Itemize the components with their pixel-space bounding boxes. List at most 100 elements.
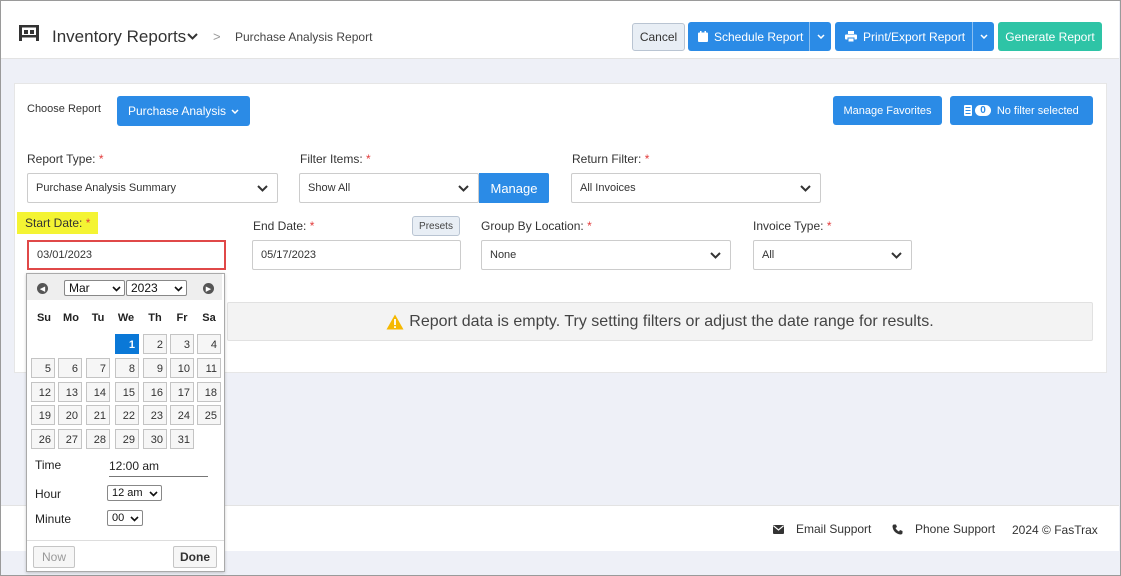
- now-button[interactable]: Now: [33, 546, 75, 568]
- weekday-header: Su: [36, 312, 52, 324]
- chevron-down-icon[interactable]: [187, 33, 198, 40]
- phone-support-link[interactable]: Phone Support: [915, 522, 995, 536]
- presets-button[interactable]: Presets: [412, 216, 460, 236]
- print-export-button[interactable]: Print/Export Report: [835, 22, 994, 51]
- chevron-down-icon: [816, 34, 825, 39]
- calendar-day[interactable]: 16: [143, 382, 167, 402]
- calendar-day[interactable]: 7: [86, 358, 110, 378]
- calendar-day[interactable]: 24: [170, 405, 194, 425]
- email-support-link[interactable]: Email Support: [796, 522, 871, 536]
- calendar-day[interactable]: 11: [197, 358, 221, 378]
- previous-month-icon[interactable]: ◀: [37, 283, 48, 294]
- date-picker-divider: [27, 540, 224, 541]
- required-mark: *: [644, 152, 650, 166]
- calendar-day[interactable]: 28: [86, 429, 110, 449]
- calendar-day[interactable]: 8: [115, 358, 139, 378]
- empty-report-notice: Report data is empty. Try setting filter…: [227, 302, 1093, 341]
- calendar-day[interactable]: 5: [31, 358, 55, 378]
- calendar-day[interactable]: 12: [31, 382, 55, 402]
- calendar-day[interactable]: 3: [170, 334, 194, 354]
- minute-select[interactable]: 00: [107, 510, 143, 526]
- calendar-day[interactable]: 19: [31, 405, 55, 425]
- report-type-label: Report Type: *: [27, 152, 104, 166]
- manage-favorites-button[interactable]: Manage Favorites: [833, 96, 942, 125]
- calendar-day[interactable]: 20: [58, 405, 82, 425]
- month-select[interactable]: Mar: [64, 280, 125, 296]
- choose-report-dropdown[interactable]: Purchase Analysis: [117, 96, 250, 126]
- year-value: 2023: [131, 281, 158, 295]
- calendar-day[interactable]: 10: [170, 358, 194, 378]
- calendar-day[interactable]: 21: [86, 405, 110, 425]
- breadcrumb-current: Purchase Analysis Report: [235, 30, 373, 44]
- now-label: Now: [41, 550, 66, 564]
- schedule-report-button[interactable]: Schedule Report: [688, 22, 831, 51]
- weekday-header: We: [117, 312, 135, 324]
- weekday-header: Tu: [91, 312, 105, 324]
- chevron-down-icon: [891, 252, 902, 259]
- calendar-day[interactable]: 30: [143, 429, 167, 449]
- calendar-day[interactable]: 14: [86, 382, 110, 402]
- cancel-button[interactable]: Cancel: [632, 23, 685, 51]
- chevron-down-icon: [174, 286, 183, 292]
- filter-status-button[interactable]: 0 No filter selected: [950, 96, 1093, 125]
- generate-report-label: Generate Report: [1005, 29, 1095, 44]
- schedule-dropdown-toggle[interactable]: [809, 22, 831, 51]
- end-date-label: End Date: *: [253, 219, 314, 233]
- calendar-day[interactable]: 25: [197, 405, 221, 425]
- required-mark: *: [85, 216, 91, 230]
- group-by-label-text: Group By Location:: [481, 219, 584, 233]
- chevron-down-icon: [257, 185, 268, 192]
- hour-select[interactable]: 12 am: [107, 485, 162, 501]
- month-value: Mar: [69, 281, 90, 295]
- year-select[interactable]: 2023: [126, 280, 187, 296]
- calendar-day[interactable]: 18: [197, 382, 221, 402]
- group-by-location-select[interactable]: None: [481, 240, 731, 270]
- start-date-label: Start Date: *: [17, 212, 99, 234]
- report-type-label-text: Report Type:: [27, 152, 96, 166]
- filter-list-icon: [964, 105, 973, 116]
- invoice-type-select[interactable]: All: [753, 240, 912, 270]
- return-filter-select[interactable]: All Invoices: [571, 173, 821, 203]
- next-month-icon[interactable]: ▶: [203, 283, 214, 294]
- group-by-location-label: Group By Location: *: [481, 219, 592, 233]
- top-bar: Inventory Reports > Purchase Analysis Re…: [1, 1, 1119, 59]
- chevron-down-icon: [979, 34, 988, 39]
- calendar-day[interactable]: 29: [115, 429, 139, 449]
- app-title[interactable]: Inventory Reports: [52, 27, 186, 47]
- calendar-day-selected[interactable]: 1: [115, 334, 139, 354]
- done-button[interactable]: Done: [173, 546, 217, 568]
- calendar-day[interactable]: 13: [58, 382, 82, 402]
- calendar-day[interactable]: 9: [143, 358, 167, 378]
- chevron-down-icon: [149, 491, 158, 497]
- required-mark: *: [366, 152, 371, 166]
- start-date-input[interactable]: 03/01/2023: [27, 240, 226, 270]
- warning-icon: [386, 314, 404, 329]
- calendar-day[interactable]: 27: [58, 429, 82, 449]
- calendar-day[interactable]: 26: [31, 429, 55, 449]
- inventory-reports-icon: [19, 25, 39, 41]
- print-dropdown-toggle[interactable]: [972, 22, 994, 51]
- calendar-day[interactable]: 17: [170, 382, 194, 402]
- time-value: 12:00 am: [109, 459, 208, 477]
- chevron-down-icon: [800, 185, 811, 192]
- chevron-down-icon: [458, 185, 469, 192]
- cancel-button-label: Cancel: [639, 30, 678, 44]
- filter-items-value: Show All: [308, 182, 351, 194]
- calendar-day[interactable]: 6: [58, 358, 82, 378]
- calendar-day[interactable]: 2: [143, 334, 167, 354]
- report-type-select[interactable]: Purchase Analysis Summary: [27, 173, 278, 203]
- generate-report-button[interactable]: Generate Report: [998, 22, 1102, 51]
- calendar-day[interactable]: 23: [143, 405, 167, 425]
- calendar-day[interactable]: 31: [170, 429, 194, 449]
- end-date-input[interactable]: 05/17/2023: [252, 240, 461, 270]
- minute-value: 00: [112, 512, 125, 524]
- choose-report-label: Choose Report: [27, 103, 101, 115]
- calendar-day[interactable]: 15: [115, 382, 139, 402]
- filter-items-select[interactable]: Show All: [299, 173, 479, 203]
- filter-status-label: No filter selected: [996, 104, 1079, 117]
- calendar-day[interactable]: 4: [197, 334, 221, 354]
- filter-items-label-text: Filter Items:: [300, 152, 363, 166]
- manage-filter-items-button[interactable]: Manage: [479, 173, 549, 203]
- calendar-day[interactable]: 22: [115, 405, 139, 425]
- hour-label: Hour: [35, 487, 62, 501]
